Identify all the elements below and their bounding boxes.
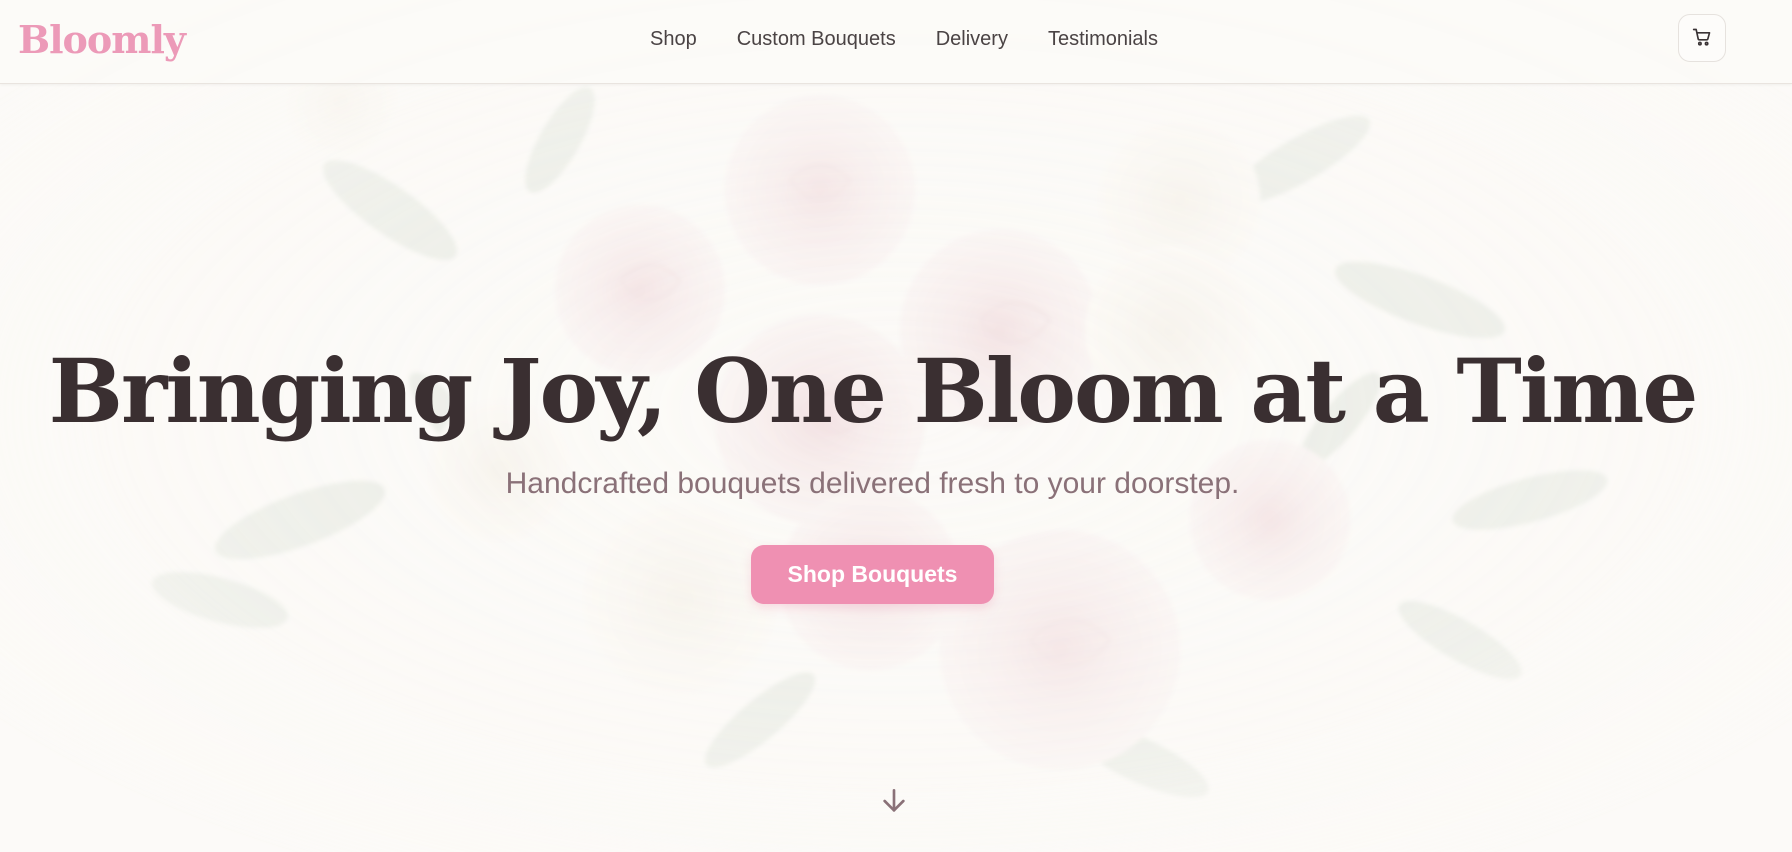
cart-icon	[1692, 27, 1712, 50]
nav-link-custom-bouquets[interactable]: Custom Bouquets	[737, 28, 896, 51]
scroll-down-button[interactable]	[876, 785, 912, 821]
hero-section: Bringing Joy, One Bloom at a Time Handcr…	[0, 0, 1792, 852]
landing-page: Bloomly Shop Custom Bouquets Delivery Te…	[0, 0, 1792, 852]
shop-bouquets-button[interactable]: Shop Bouquets	[751, 545, 994, 604]
nav-link-testimonials[interactable]: Testimonials	[1048, 28, 1158, 51]
nav-link-shop[interactable]: Shop	[650, 28, 697, 51]
arrow-down-icon	[878, 785, 910, 822]
brand-logo[interactable]: Bloomly	[18, 14, 186, 66]
nav-link-delivery[interactable]: Delivery	[936, 28, 1008, 51]
main-nav: Shop Custom Bouquets Delivery Testimonia…	[650, 0, 1198, 78]
cart-button[interactable]	[1678, 14, 1726, 62]
hero-title: Bringing Joy, One Bloom at a Time	[48, 339, 1699, 443]
hero-subtitle: Handcrafted bouquets delivered fresh to …	[505, 467, 1240, 500]
site-header: Bloomly Shop Custom Bouquets Delivery Te…	[0, 0, 1792, 84]
